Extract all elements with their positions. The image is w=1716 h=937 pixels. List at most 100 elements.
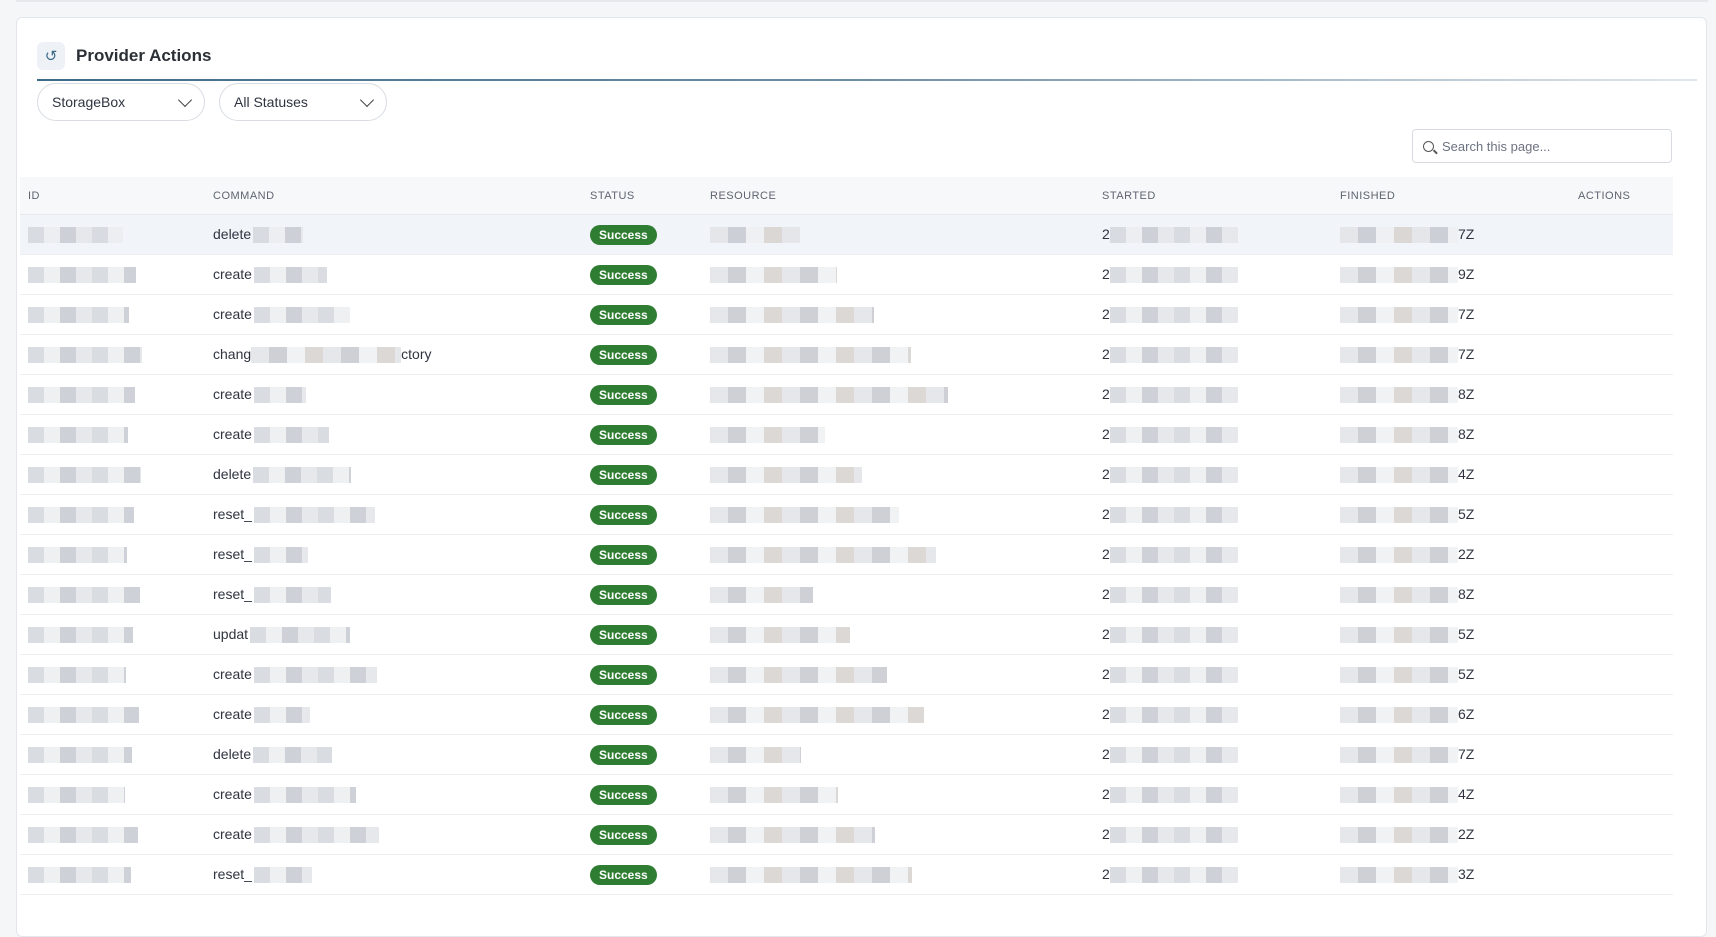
status-cell: Success (582, 694, 702, 735)
redacted-block (1340, 547, 1458, 564)
actions-cell (1570, 534, 1673, 575)
table-row[interactable]: create Success 2 7Z (20, 294, 1673, 335)
status-cell: Success (582, 254, 702, 295)
column-header-started[interactable]: STARTED (1094, 177, 1332, 215)
redacted-block (710, 587, 813, 604)
started-cell: 2 (1094, 654, 1332, 695)
command-cell: chang ctory (205, 334, 582, 375)
status-badge: Success (590, 224, 657, 245)
redacted-block (1340, 787, 1458, 804)
actions-cell (1570, 294, 1673, 335)
started-cell: 2 (1094, 414, 1332, 455)
table-row[interactable]: chang ctory Success 2 7Z (20, 334, 1673, 375)
started-cell: 2 (1094, 254, 1332, 295)
redacted-block (28, 627, 133, 644)
finished-text: 5Z (1458, 505, 1475, 522)
table-row[interactable]: create Success 2 2Z (20, 814, 1673, 855)
redacted-block (710, 307, 874, 324)
command-cell: reset_ (205, 494, 582, 535)
table-row[interactable]: delete Success 2 7Z (20, 214, 1673, 255)
resource-cell (702, 574, 1094, 615)
header-underline (37, 79, 1697, 81)
redacted-block (710, 267, 837, 284)
status-cell: Success (582, 454, 702, 495)
command-text: create (213, 705, 252, 722)
table-row[interactable]: updat Success 2 5Z (20, 614, 1673, 655)
redacted-block (28, 507, 134, 524)
status-badge: Success (590, 504, 657, 525)
command-text: create (213, 785, 252, 802)
redacted-block (1109, 747, 1238, 764)
status-cell: Success (582, 534, 702, 575)
command-text: delete (213, 745, 252, 762)
table-row[interactable]: create Success 2 4Z (20, 774, 1673, 815)
table-row[interactable]: create Success 2 8Z (20, 374, 1673, 415)
id-cell (20, 214, 205, 255)
redacted-block (253, 307, 350, 324)
started-text: 2 (1102, 665, 1110, 682)
redacted-block (710, 667, 887, 684)
search-box[interactable] (1412, 129, 1672, 163)
status-cell: Success (582, 214, 702, 255)
redacted-block (710, 827, 875, 844)
finished-cell: 6Z (1332, 694, 1570, 735)
started-text: 2 (1102, 705, 1110, 722)
provider-actions-table: ID COMMAND STATUS RESOURCE STARTED FINIS… (20, 177, 1673, 895)
column-header-id[interactable]: ID (20, 177, 205, 215)
redacted-block (1340, 507, 1458, 524)
id-cell (20, 694, 205, 735)
page-title: Provider Actions (76, 46, 212, 65)
started-cell: 2 (1094, 374, 1332, 415)
status-badge: Success (590, 464, 657, 485)
id-cell (20, 374, 205, 415)
table-row[interactable]: create Success 2 8Z (20, 414, 1673, 455)
provider-filter-select[interactable]: StorageBox (37, 83, 205, 121)
table-row[interactable]: reset_ Success 2 3Z (20, 854, 1673, 895)
command-text: updat (213, 625, 249, 642)
table-row[interactable]: reset_ Success 2 2Z (20, 534, 1673, 575)
started-cell: 2 (1094, 294, 1332, 335)
status-badge: Success (590, 824, 657, 845)
finished-text: 7Z (1458, 225, 1475, 242)
redacted-block (253, 587, 331, 604)
actions-cell (1570, 854, 1673, 895)
started-cell: 2 (1094, 574, 1332, 615)
started-text: 2 (1102, 745, 1110, 762)
column-header-status[interactable]: STATUS (582, 177, 702, 215)
table-row[interactable]: delete Success 2 7Z (20, 734, 1673, 775)
status-badge: Success (590, 304, 657, 325)
finished-cell: 3Z (1332, 854, 1570, 895)
redacted-block (253, 227, 304, 244)
table-row[interactable]: create Success 2 6Z (20, 694, 1673, 735)
finished-cell: 8Z (1332, 374, 1570, 415)
status-badge: Success (590, 624, 657, 645)
redacted-block (28, 667, 126, 684)
chevron-down-icon (359, 92, 375, 107)
search-input[interactable] (1440, 137, 1659, 155)
redacted-block (250, 627, 351, 644)
status-badge: Success (590, 544, 657, 565)
actions-cell (1570, 774, 1673, 815)
table-row[interactable]: reset_ Success 2 5Z (20, 494, 1673, 535)
table-header-row: ID COMMAND STATUS RESOURCE STARTED FINIS… (20, 177, 1673, 215)
column-header-finished[interactable]: FINISHED (1332, 177, 1570, 215)
status-badge: Success (590, 664, 657, 685)
table-row[interactable]: reset_ Success 2 8Z (20, 574, 1673, 615)
column-header-command[interactable]: COMMAND (205, 177, 582, 215)
status-filter-select[interactable]: All Statuses (219, 83, 387, 121)
actions-cell (1570, 494, 1673, 535)
redacted-block (1109, 627, 1238, 644)
column-header-resource[interactable]: RESOURCE (702, 177, 1094, 215)
redacted-block (1109, 867, 1238, 884)
command-text: create (213, 385, 252, 402)
redacted-block (253, 667, 377, 684)
redacted-block (253, 427, 329, 444)
table-row[interactable]: create Success 2 9Z (20, 254, 1673, 295)
finished-text: 8Z (1458, 385, 1475, 402)
table-row[interactable]: create Success 2 5Z (20, 654, 1673, 695)
id-cell (20, 654, 205, 695)
table-row[interactable]: delete Success 2 4Z (20, 454, 1673, 495)
redacted-block (1109, 827, 1238, 844)
resource-cell (702, 374, 1094, 415)
id-cell (20, 734, 205, 775)
